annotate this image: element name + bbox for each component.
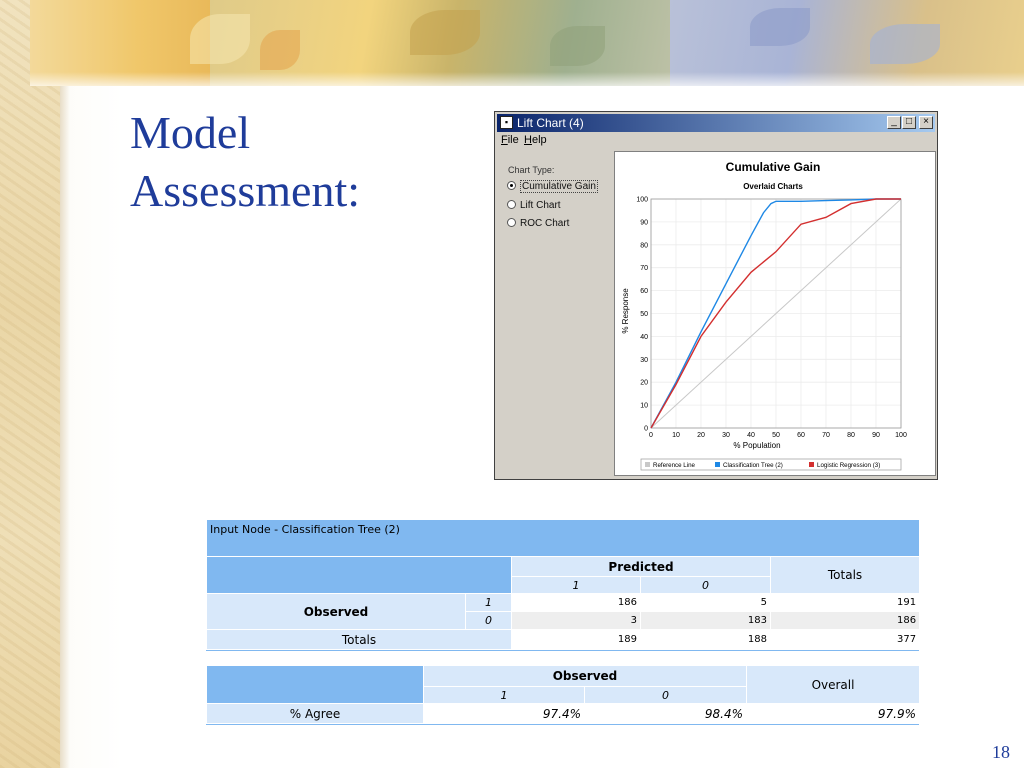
total-pred1: 189	[511, 629, 641, 650]
radio-lift-chart[interactable]: Lift Chart	[507, 199, 561, 211]
legend-swatch-3	[809, 462, 814, 467]
window-titlebar[interactable]: ▪ Lift Chart (4) _ □ ×	[497, 114, 935, 132]
y-tick-label: 70	[640, 265, 648, 272]
radio-label: Cumulative Gain	[520, 180, 598, 193]
lift-chart-window: ▪ Lift Chart (4) _ □ × File Help Chart T…	[494, 111, 938, 480]
corner-cell	[206, 556, 512, 594]
slide-title-line-2: Assessment:	[130, 165, 360, 216]
agree-class-0: 98.4%	[583, 703, 748, 724]
cell-obs0-total: 186	[769, 611, 921, 630]
window-title: Lift Chart (4)	[517, 116, 584, 130]
y-tick-label: 10	[640, 403, 648, 410]
x-axis-label: % Population	[733, 441, 780, 450]
legend-label-1: Reference Line	[653, 462, 696, 469]
slide-title-line-1: Model	[130, 107, 251, 158]
menu-help[interactable]: Help	[524, 134, 547, 146]
cell-obs1-pred1: 186	[511, 593, 641, 612]
y-tick-label: 80	[640, 242, 648, 249]
confusion-table-frame: Input Node - Classification Tree (2) Pre…	[205, 519, 921, 651]
cell-obs0-pred1: 3	[511, 611, 641, 630]
y-tick-label: 40	[640, 334, 648, 341]
menu-file[interactable]: File	[501, 134, 519, 146]
observed-class-1: 1	[465, 593, 512, 612]
y-tick-label: 90	[640, 219, 648, 226]
agreement-table-frame: Observed Overall 1 0 % Agree 97.4% 98.4%…	[206, 665, 921, 725]
radio-label: Lift Chart	[520, 200, 561, 211]
agreement-table: Observed Overall 1 0 % Agree 97.4% 98.4%…	[206, 665, 921, 724]
observed-header: Observed	[422, 665, 748, 687]
y-tick-label: 30	[640, 357, 648, 364]
slide-title: Model Assessment:	[130, 104, 460, 220]
legend-label-3: Logistic Regression (3)	[817, 462, 880, 469]
agree-class-1: 97.4%	[423, 703, 585, 724]
y-tick-label: 100	[636, 197, 648, 204]
radio-roc-chart[interactable]: ROC Chart	[507, 217, 570, 229]
cell-obs0-pred0: 183	[640, 611, 771, 630]
decorative-left-strip	[0, 0, 70, 768]
x-tick-label: 60	[797, 432, 805, 439]
chart-panel: Cumulative Gain Overlaid Charts 0 10 20 30 4…	[614, 151, 936, 476]
predicted-header: Predicted	[511, 556, 771, 577]
legend-swatch-1	[645, 462, 650, 467]
predicted-class-1: 1	[511, 576, 641, 594]
y-tick-label: 60	[640, 288, 648, 295]
x-tick-label: 80	[847, 432, 855, 439]
x-tick-label: 50	[772, 432, 780, 439]
observed-row-header: Observed	[206, 593, 466, 630]
x-tick-label: 10	[672, 432, 680, 439]
y-tick-label: 0	[644, 426, 648, 433]
cumulative-gain-chart: Cumulative Gain Overlaid Charts 0 10 20 30 4…	[621, 160, 907, 471]
close-button[interactable]: ×	[919, 116, 933, 129]
observed-class-0: 0	[583, 686, 748, 704]
grand-total: 377	[769, 629, 921, 650]
total-pred0: 188	[640, 629, 771, 650]
overall-header: Overall	[746, 665, 921, 704]
cell-obs1-total: 191	[769, 593, 921, 612]
menu-bar: File Help	[497, 133, 935, 149]
legend-swatch-2	[715, 462, 720, 467]
x-tick-label: 40	[747, 432, 755, 439]
x-tick-label: 0	[649, 432, 653, 439]
totals-column-header: Totals	[769, 556, 921, 594]
x-tick-label: 100	[895, 432, 907, 439]
chart-title: Cumulative Gain	[726, 160, 821, 174]
radio-selected-icon	[507, 180, 516, 190]
y-tick-label: 20	[640, 380, 648, 387]
confusion-matrix-table: Input Node - Classification Tree (2) Pre…	[205, 519, 921, 650]
observed-class-1: 1	[423, 686, 585, 704]
agree-row-header: % Agree	[206, 703, 424, 724]
x-tick-label: 90	[872, 432, 880, 439]
radio-unselected-icon	[507, 217, 516, 227]
y-axis-label: % Response	[621, 288, 630, 334]
cell-obs1-pred0: 5	[640, 593, 771, 612]
y-tick-label: 50	[640, 311, 648, 318]
maximize-button[interactable]: □	[902, 116, 916, 129]
x-tick-label: 20	[697, 432, 705, 439]
observed-class-0: 0	[465, 611, 512, 630]
table-header: Input Node - Classification Tree (2)	[205, 519, 921, 557]
corner-cell	[206, 665, 424, 704]
totals-row-header: Totals	[206, 629, 512, 650]
x-tick-label: 30	[722, 432, 730, 439]
slide-page-number: 18	[992, 742, 1010, 762]
x-tick-label: 70	[822, 432, 830, 439]
app-icon: ▪	[500, 116, 513, 129]
predicted-class-0: 0	[640, 576, 771, 594]
agree-overall: 97.9%	[746, 703, 921, 724]
minimize-button[interactable]: _	[887, 116, 901, 129]
radio-unselected-icon	[507, 199, 516, 209]
legend-label-2: Classification Tree (2)	[723, 462, 783, 469]
chart-type-label: Chart Type:	[508, 165, 555, 175]
chart-subtitle: Overlaid Charts	[743, 182, 803, 191]
radio-label: ROC Chart	[520, 218, 570, 229]
radio-cumulative-gain[interactable]: Cumulative Gain	[507, 180, 598, 193]
decorative-top-banner	[30, 0, 1024, 86]
